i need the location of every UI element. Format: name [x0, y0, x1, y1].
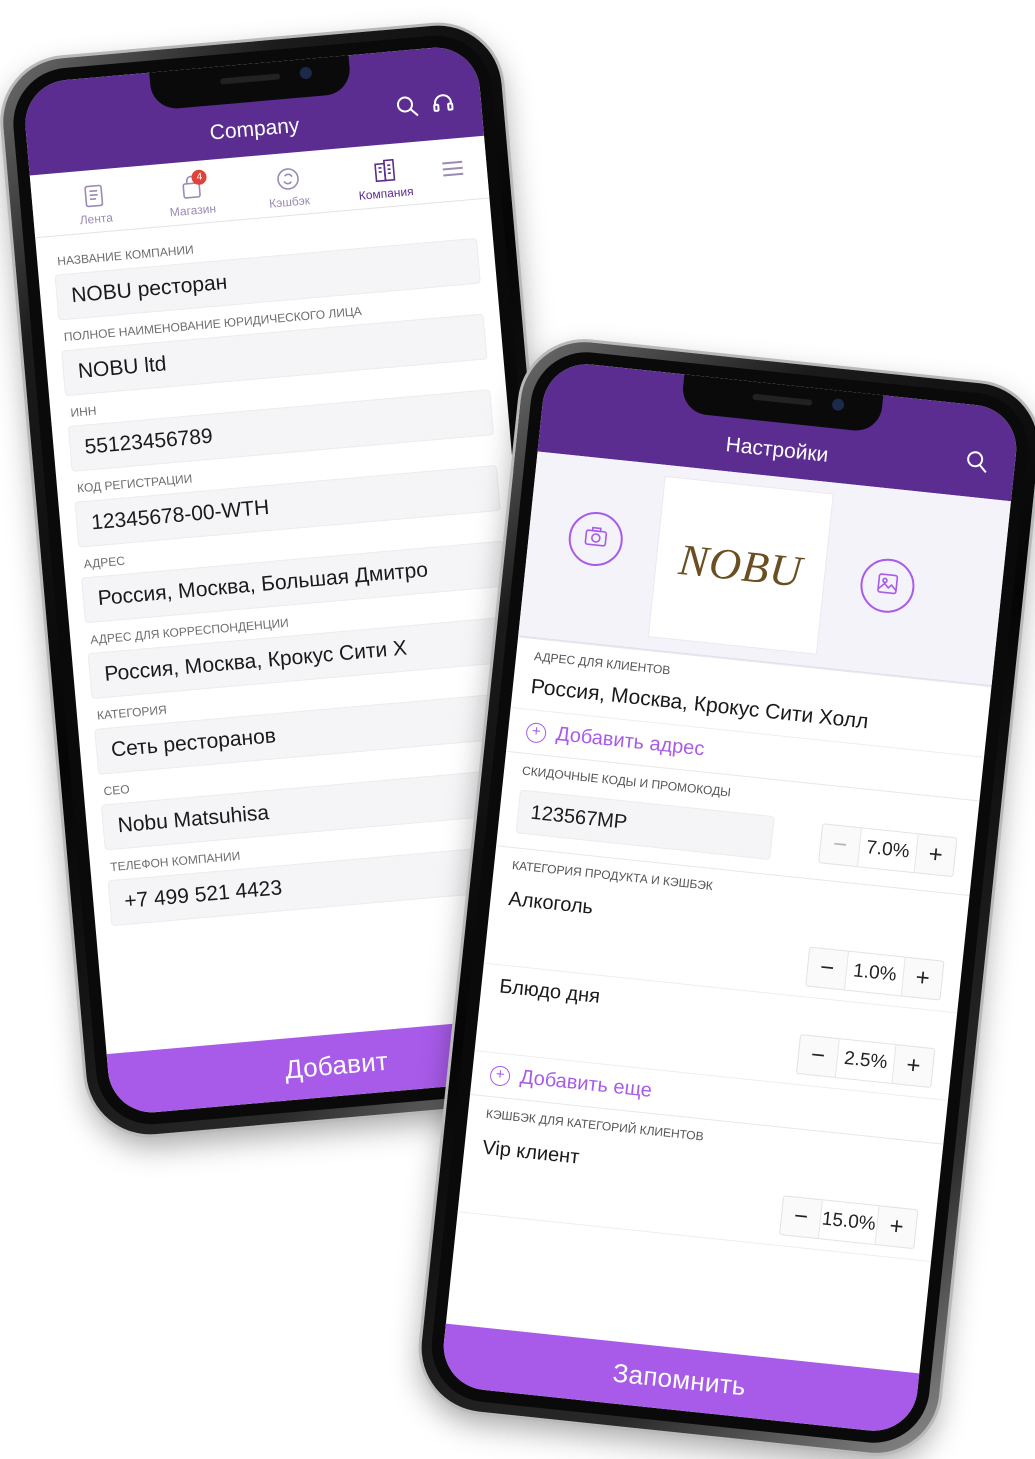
decrement-button[interactable]: − — [797, 1035, 839, 1077]
tab-shop[interactable]: 4 Магазин — [141, 170, 242, 227]
logo-text: NOBU — [677, 533, 805, 597]
company-logo: NOBU — [649, 477, 833, 654]
client-stepper: − 15.0% + — [779, 1195, 918, 1249]
increment-button[interactable]: + — [892, 1045, 934, 1087]
search-icon[interactable] — [964, 448, 990, 474]
stepper-value[interactable]: 1.0% — [844, 952, 906, 996]
stepper-value[interactable]: 15.0% — [818, 1200, 880, 1244]
increment-button[interactable]: + — [915, 834, 957, 876]
category-stepper: − 1.0% + — [805, 947, 944, 1001]
decrement-button[interactable]: − — [819, 824, 861, 866]
stepper-value[interactable]: 2.5% — [835, 1039, 897, 1083]
tab-label: Магазин — [169, 201, 216, 219]
camera-icon — [581, 522, 610, 556]
camera-button[interactable] — [566, 509, 625, 568]
add-more-label: Добавить еще — [519, 1066, 653, 1103]
plus-circle-icon: + — [489, 1064, 511, 1086]
headset-support-icon[interactable] — [430, 90, 456, 116]
promo-stepper: − 7.0% + — [818, 823, 957, 877]
tab-label: Кэшбэк — [269, 193, 311, 211]
plus-circle-icon: + — [525, 721, 547, 743]
tab-label: Компания — [358, 184, 414, 203]
newspaper-icon — [80, 182, 108, 210]
decrement-button[interactable]: − — [780, 1196, 822, 1238]
category-stepper: − 2.5% + — [796, 1034, 935, 1088]
tab-label: Лента — [79, 210, 113, 227]
tab-feed[interactable]: Лента — [45, 179, 146, 236]
increment-button[interactable]: + — [902, 958, 944, 1000]
increment-button[interactable]: + — [876, 1206, 918, 1248]
hamburger-menu-icon — [439, 154, 467, 182]
building-icon — [370, 157, 398, 185]
image-icon — [873, 569, 902, 603]
company-form: НАЗВАНИЕ КОМПАНИИ NOBU ресторан ПОЛНОЕ Н… — [35, 199, 550, 928]
decrement-button[interactable]: − — [806, 948, 848, 990]
add-address-label: Добавить адрес — [555, 723, 706, 761]
cart-count-badge: 4 — [191, 169, 207, 185]
tab-cashback[interactable]: Кэшбэк — [238, 162, 339, 219]
cashback-icon — [273, 165, 301, 193]
gallery-button[interactable] — [858, 556, 917, 615]
stepper-value[interactable]: 7.0% — [857, 828, 919, 872]
search-icon[interactable] — [394, 93, 420, 119]
tab-company[interactable]: Компания — [335, 153, 436, 210]
menu-button[interactable] — [432, 153, 474, 185]
